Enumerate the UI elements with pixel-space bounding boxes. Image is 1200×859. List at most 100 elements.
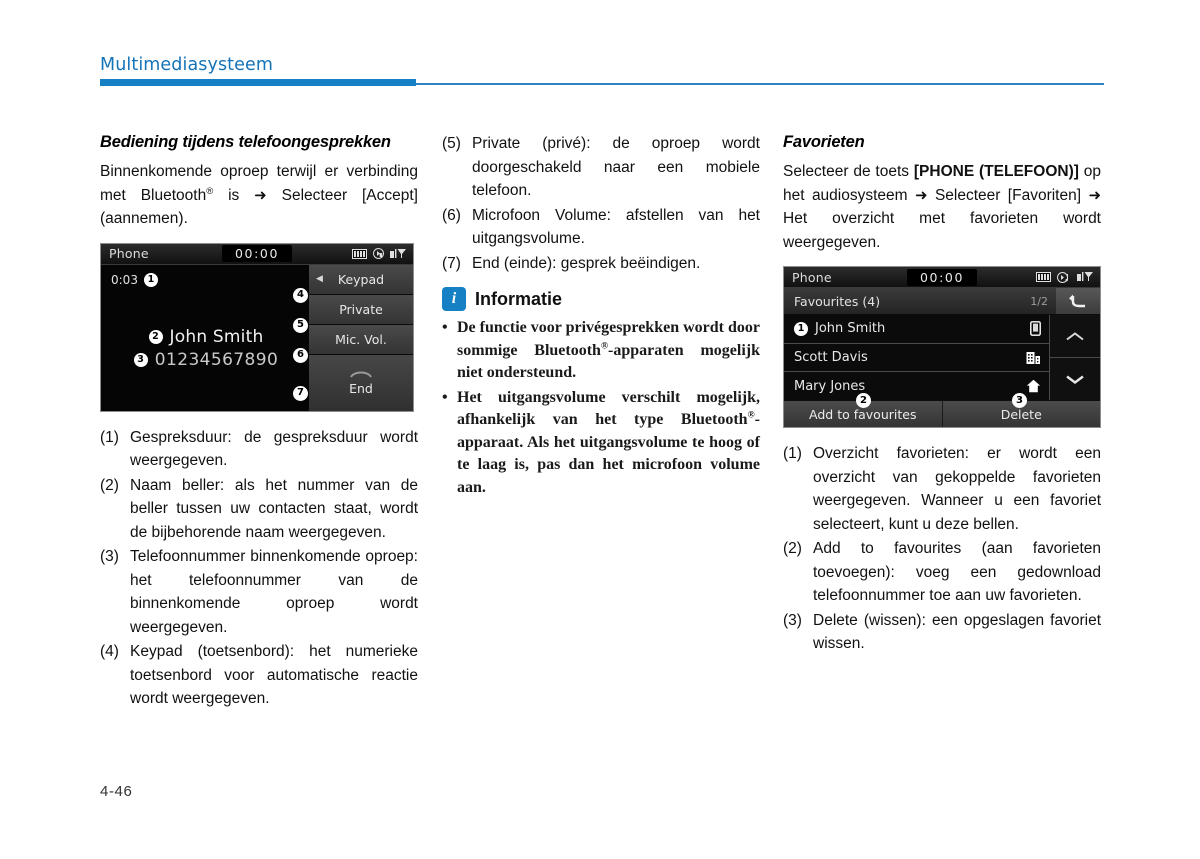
- favourites-scroll-controls: [1049, 315, 1100, 400]
- status-bar-clock: 00:00: [221, 245, 293, 262]
- active-call-panel: 0:03 1 2 John Smith 3 01234567890 ◀ Keyp…: [101, 264, 413, 411]
- list-text: Microfoon Volume: afstellen van het uitg…: [472, 206, 760, 248]
- callout-2: 2: [148, 329, 163, 344]
- callout-1: 1: [794, 321, 808, 336]
- page-number: 4-46: [100, 783, 133, 800]
- favourite-name: John Smith: [815, 321, 886, 337]
- delete-label: Delete: [1000, 406, 1042, 422]
- keypad-button-label: Keypad: [337, 271, 385, 287]
- arrow-icon: ➜: [254, 185, 267, 204]
- list-text: End (einde): gesprek beëindigen.: [472, 254, 701, 272]
- favourite-name: Scott Davis: [794, 350, 868, 365]
- favourite-name-group: Mary Jones: [794, 379, 1026, 394]
- back-arrow-icon: [1069, 294, 1085, 308]
- end-call-icon: [350, 371, 372, 378]
- call-duration-group: 0:03 1: [111, 272, 158, 287]
- list-item: (2) Naam beller: als het nummer van de b…: [100, 474, 418, 545]
- status-bar-icons: [1036, 271, 1094, 283]
- header-rule-thick: [100, 79, 416, 86]
- bullet-glyph: •: [442, 319, 448, 336]
- favourite-name: Mary Jones: [794, 378, 866, 394]
- status-bar-label: Phone: [109, 246, 149, 261]
- mic-volume-button[interactable]: Mic. Vol.: [309, 324, 413, 355]
- right-numbered-list: (1) Overzicht favorieten: er wordt een o…: [783, 442, 1101, 656]
- status-bar-icons: [352, 248, 407, 259]
- private-button[interactable]: Private: [309, 294, 413, 325]
- scroll-up-button[interactable]: [1050, 315, 1100, 358]
- bullet-glyph: •: [442, 388, 448, 406]
- list-marker: (3): [100, 548, 119, 565]
- section-heading-bediening: Bediening tijdens telefoongesprekken: [100, 133, 391, 151]
- callout-5: 5: [293, 317, 308, 333]
- favourites-list: 1 John Smith Scott Davis Mary Jones: [784, 315, 1049, 401]
- phone-key-label: [PHONE (TELEFOON)]: [913, 163, 1079, 180]
- middle-column: (5) Private (privé): de oproep wordt doo…: [442, 132, 760, 501]
- list-item: (4) Keypad (toetsenbord): het numerieke …: [100, 640, 418, 711]
- call-duration-value: 0:03: [111, 272, 138, 287]
- list-marker: (1): [100, 428, 119, 446]
- list-text: Naam beller: als het nummer van de belle…: [130, 476, 418, 541]
- list-marker: (7): [442, 254, 461, 272]
- favourites-footer: Add to favourites Delete: [784, 400, 1100, 427]
- information-bullets: • De functie voor privégesprekken wordt …: [442, 317, 760, 499]
- chapter-title: Multimediasysteem: [100, 55, 274, 75]
- list-item: (5) Private (privé): de oproep wordt doo…: [442, 132, 760, 203]
- header-rule-thin: [416, 83, 1104, 85]
- status-bar-clock: 00:00: [906, 268, 978, 286]
- list-text: Het uitgangsvolume verschilt mogelijk, a…: [457, 387, 760, 500]
- favourite-name-group: Scott Davis: [794, 350, 1026, 365]
- intro-paragraph-left: Binnenkomende oproep terwijl er verbindi…: [100, 160, 418, 231]
- office-building-icon: [1026, 350, 1041, 365]
- list-item: (1) Overzicht favorieten: er wordt een o…: [783, 442, 1101, 536]
- bullet-text-part1: Het uitgangsvolume verschilt mogelijk, a…: [457, 388, 760, 429]
- caller-name-row: 2 John Smith: [101, 327, 311, 347]
- left-numbered-list: (1) Gespreksduur: de gespreksduur wordt …: [100, 426, 418, 711]
- registered-mark: ®: [600, 341, 609, 352]
- caller-info: 2 John Smith 3 01234567890: [101, 327, 311, 370]
- callout-4: 4: [293, 287, 308, 303]
- chevron-up-icon: [1066, 331, 1084, 340]
- page-header: Multimediasysteem: [100, 55, 1104, 89]
- information-box: i Informatie • De functie voor privégesp…: [442, 287, 760, 499]
- keypad-button[interactable]: ◀ Keypad: [309, 264, 413, 295]
- mid-numbered-list: (5) Private (privé): de oproep wordt doo…: [442, 132, 760, 275]
- list-text: Overzicht favorieten: er wordt een overz…: [813, 445, 1101, 533]
- list-item: • De functie voor privégesprekken wordt …: [442, 317, 760, 385]
- bluetooth-phone-icon: [373, 248, 384, 259]
- caret-left-icon: ◀: [316, 274, 323, 284]
- home-icon: [1026, 379, 1041, 393]
- list-item: (3) Telefoonnummer binnenkomende oproep:…: [100, 545, 418, 639]
- info-icon: i: [442, 287, 466, 311]
- callout-1: 1: [143, 272, 158, 287]
- favourite-row-scott-davis[interactable]: Scott Davis: [784, 343, 1049, 373]
- signal-bars-icon: [1077, 272, 1093, 281]
- list-marker: (3): [783, 611, 802, 629]
- list-marker: (2): [783, 540, 802, 557]
- favourite-row-john-smith[interactable]: 1 John Smith: [784, 315, 1049, 344]
- information-header: i Informatie: [442, 287, 760, 311]
- private-button-label: Private: [339, 301, 383, 317]
- list-item: (3) Delete (wissen): een opgeslagen favo…: [783, 609, 1101, 656]
- list-marker: (4): [100, 643, 119, 660]
- end-call-button[interactable]: End: [309, 354, 413, 411]
- fav-status-bar: Phone 00:00: [784, 267, 1100, 288]
- back-button[interactable]: [1056, 288, 1100, 314]
- list-marker: (6): [442, 206, 461, 224]
- caller-number-row: 3 01234567890: [101, 350, 311, 370]
- favourites-title: Favourites (4): [794, 293, 881, 309]
- right-intro-part3: Selecteer [Favoriten]: [927, 186, 1089, 204]
- call-status-bar: Phone 00:00: [101, 243, 413, 265]
- favourite-row-mary-jones[interactable]: Mary Jones: [784, 372, 1049, 401]
- list-marker: (1): [783, 445, 802, 462]
- scroll-down-button[interactable]: [1050, 358, 1100, 400]
- add-to-favourites-label: Add to favourites: [809, 406, 917, 422]
- callout-2: 2: [856, 393, 871, 408]
- mobile-phone-icon: [1030, 321, 1041, 337]
- list-item: (6) Microfoon Volume: afstellen van het …: [442, 204, 760, 251]
- list-text: Add to favourites (aan favorieten toevoe…: [813, 540, 1101, 604]
- callout-3: 3: [1012, 393, 1027, 408]
- list-text: De functie voor privégesprekken wordt do…: [457, 317, 760, 385]
- information-title: Informatie: [475, 289, 563, 309]
- favourites-list-area: 1 John Smith Scott Davis Mary Jones 2 3: [784, 315, 1100, 408]
- registered-mark: ®: [747, 410, 755, 421]
